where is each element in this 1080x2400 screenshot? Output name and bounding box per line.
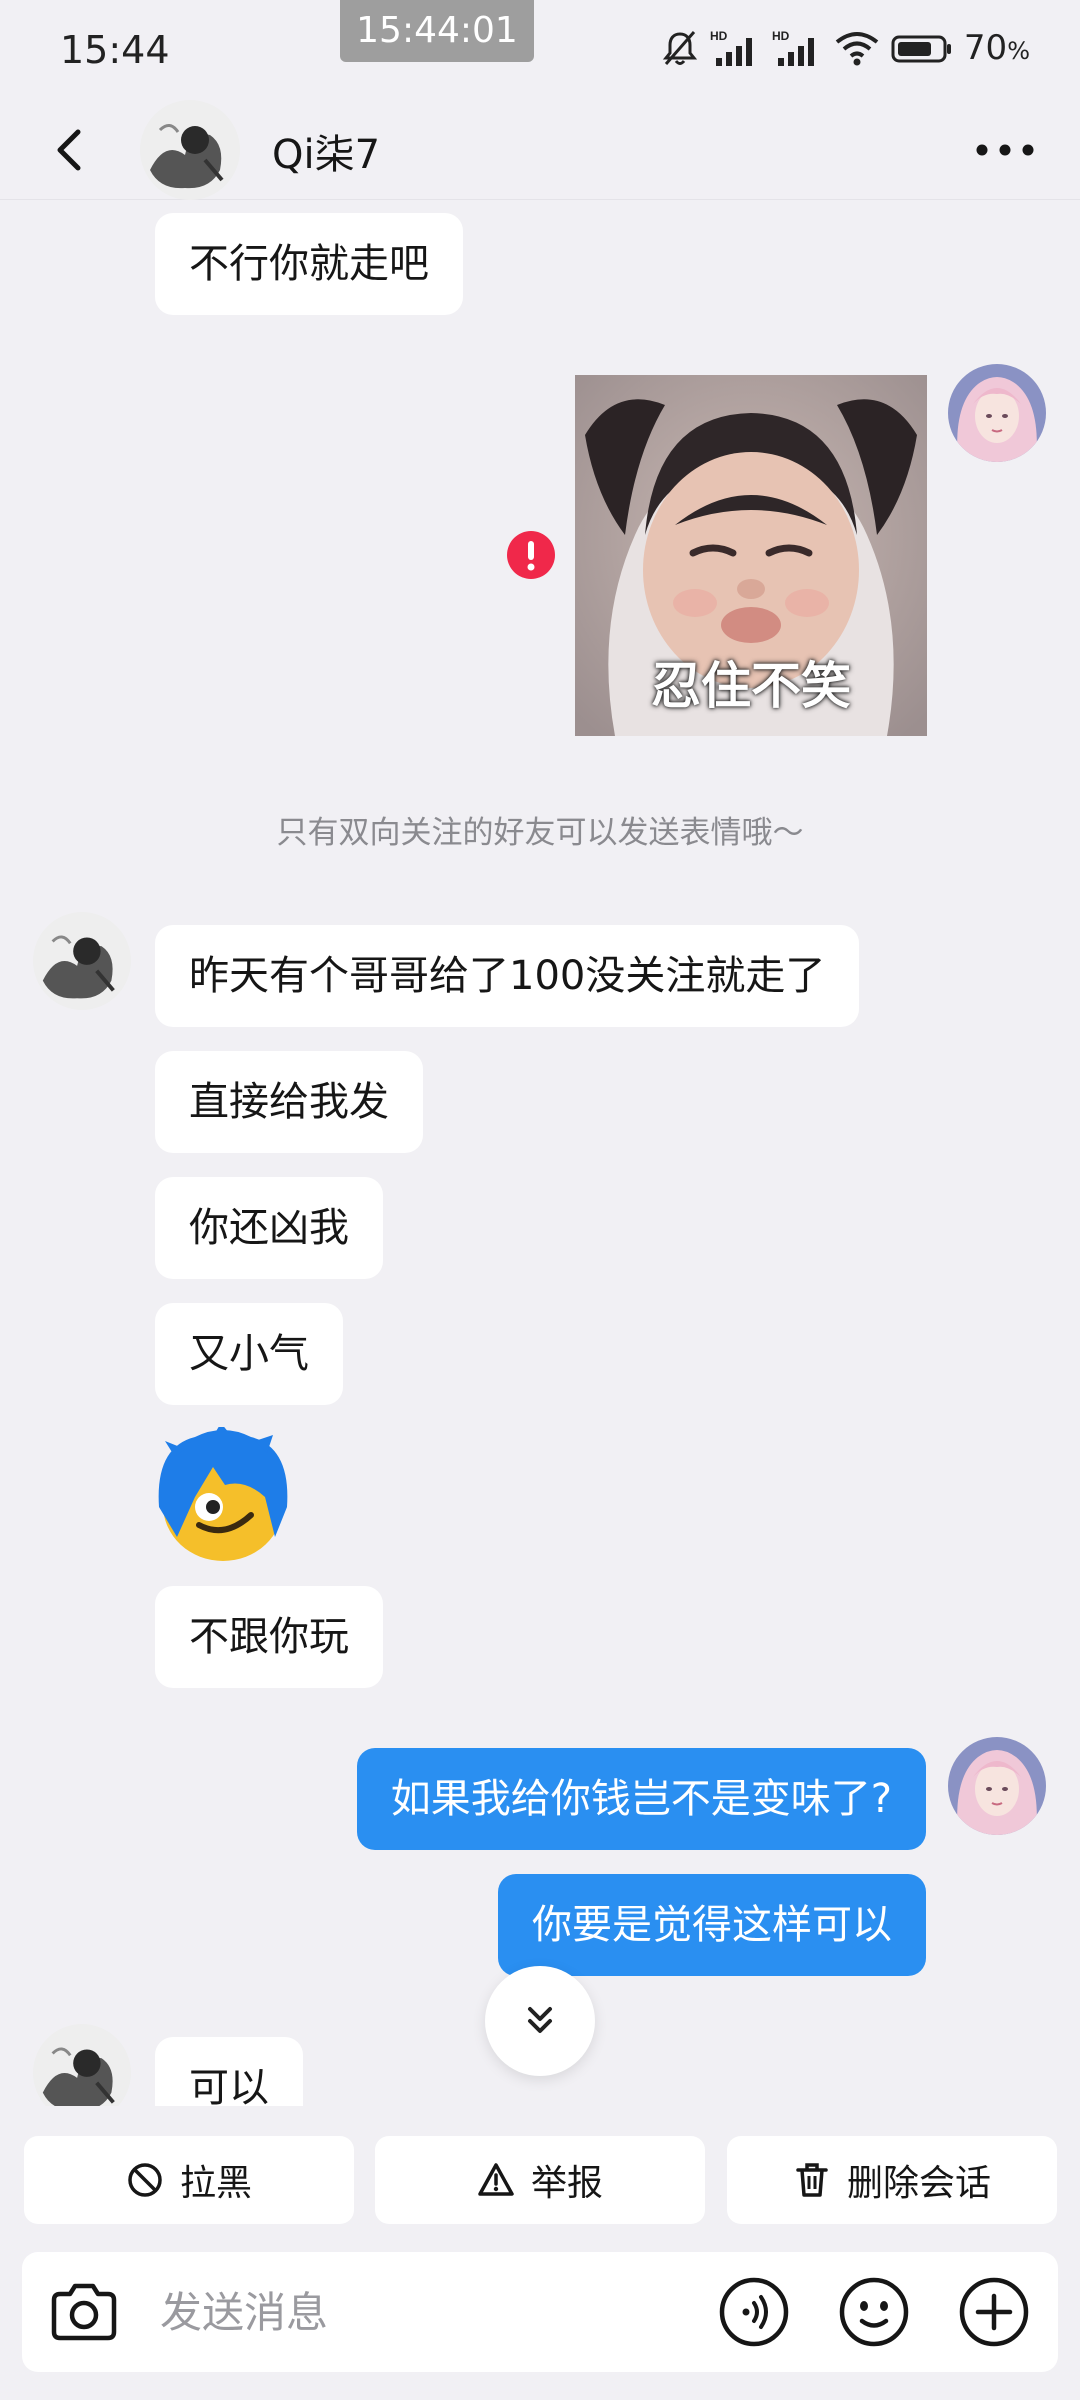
battery-icon	[891, 35, 951, 63]
camera-icon	[51, 2283, 117, 2341]
overlay-clock: 15:44:01	[340, 0, 534, 62]
chat-header: Qi柒7	[0, 100, 1080, 200]
plus-circle-icon	[959, 2277, 1029, 2347]
message-bubble-incoming[interactable]: 直接给我发	[155, 1051, 423, 1153]
contact-avatar[interactable]	[33, 912, 131, 1010]
system-notice: 只有双向关注的好友可以发送表情哦～	[276, 815, 804, 851]
message-bubble-outgoing[interactable]: 你要是觉得这样可以	[498, 1874, 926, 1976]
my-avatar[interactable]	[948, 1737, 1046, 1835]
contact-avatar[interactable]	[140, 100, 240, 200]
mute-bell-icon	[662, 31, 698, 65]
hd-label: HD	[710, 29, 728, 43]
voice-icon	[719, 2277, 789, 2347]
report-label: 举报	[530, 2163, 603, 2204]
chevron-left-icon	[57, 129, 81, 171]
status-bar: 15:44 15:44:01 HD HD 70%	[0, 0, 1080, 100]
warning-icon	[478, 2163, 514, 2196]
input-bar	[22, 2252, 1058, 2372]
emoji-icon	[839, 2277, 909, 2347]
double-chevron-down-icon	[528, 2007, 552, 2033]
signal-icon-2: HD	[772, 29, 814, 66]
message-bubble-incoming[interactable]: 又小气	[155, 1303, 343, 1405]
message-bubble-incoming[interactable]: 你还凶我	[155, 1177, 383, 1279]
status-icons: HD HD 70%	[660, 28, 1030, 68]
hd-label: HD	[772, 29, 790, 43]
message-bubble-incoming[interactable]: 昨天有个哥哥给了100没关注就走了	[155, 925, 860, 1027]
emoji-button[interactable]	[838, 2276, 910, 2352]
camera-button[interactable]	[48, 2280, 120, 2348]
block-button[interactable]: 拉黑	[24, 2136, 354, 2224]
scroll-to-bottom-button[interactable]	[485, 1966, 595, 2076]
delete-label: 删除会话	[846, 2163, 991, 2204]
message-bubble-incoming[interactable]: 不行你就走吧	[155, 213, 463, 315]
message-input[interactable]	[160, 2276, 700, 2348]
emoji-sticker-message[interactable]	[155, 1423, 291, 1563]
my-avatar[interactable]	[948, 364, 1046, 462]
message-bubble-outgoing[interactable]: 如果我给你钱岂不是变味了?	[356, 1748, 926, 1850]
signal-icon: HD	[710, 29, 752, 66]
contact-name[interactable]: Qi柒7	[272, 122, 380, 180]
sticker-image[interactable]: 忍住不笑	[575, 375, 927, 736]
wifi-icon	[835, 32, 879, 66]
voice-button[interactable]	[718, 2276, 790, 2352]
back-button[interactable]	[40, 118, 104, 182]
message-list[interactable]: 不行你就走吧 忍住不笑 只有双向关注的好友可以发送表情哦～ 昨天有个哥哥给了10…	[0, 201, 1080, 2106]
sticker-caption: 忍住不笑	[651, 657, 851, 715]
more-options-button[interactable]	[958, 2276, 1030, 2352]
message-bubble-incoming[interactable]: 可以	[155, 2037, 303, 2106]
more-dots-icon	[976, 144, 1034, 156]
trash-icon	[796, 2163, 828, 2197]
block-icon	[128, 2163, 162, 2197]
contact-avatar[interactable]	[33, 2024, 131, 2106]
action-bar: 拉黑 举报 删除会话	[0, 2136, 1080, 2224]
status-time: 15:44	[60, 28, 170, 72]
send-failed-icon[interactable]	[506, 530, 556, 580]
delete-conversation-button[interactable]: 删除会话	[727, 2136, 1057, 2224]
block-label: 拉黑	[179, 2163, 252, 2204]
message-bubble-incoming[interactable]: 不跟你玩	[155, 1586, 383, 1688]
battery-percent: 70%	[963, 28, 1030, 68]
report-button[interactable]: 举报	[375, 2136, 705, 2224]
more-button[interactable]	[970, 124, 1040, 176]
